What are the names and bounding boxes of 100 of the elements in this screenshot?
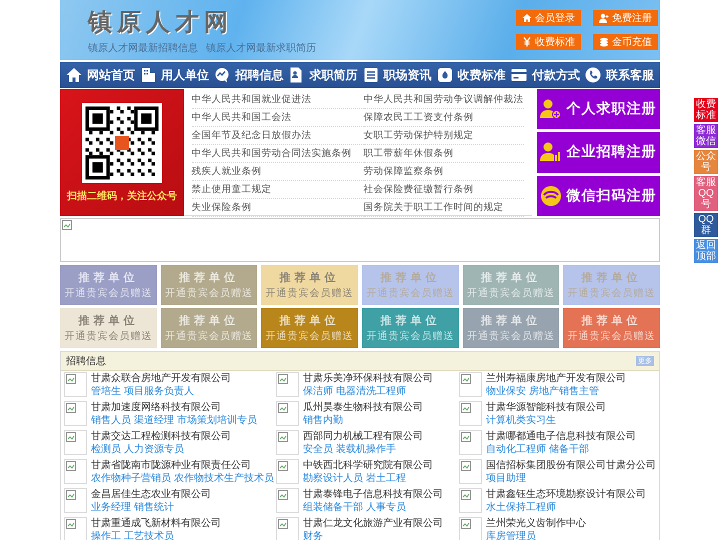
- company-logo-placeholder: [276, 488, 299, 513]
- position-link[interactable]: 岩土工程: [366, 472, 406, 485]
- position-link[interactable]: 组装储备干部: [303, 501, 363, 514]
- position-link[interactable]: 物业保安: [486, 385, 526, 398]
- position-link[interactable]: 计算机类实习生: [486, 414, 556, 427]
- position-link[interactable]: 财务: [303, 530, 323, 540]
- tile-subtitle: 开通贵宾会员赠送: [366, 286, 454, 300]
- promo-tile[interactable]: 推荐单位 开通贵宾会员赠送: [462, 308, 560, 348]
- position-link[interactable]: 检测员: [91, 443, 121, 456]
- position-link[interactable]: 储备干部: [549, 443, 589, 456]
- company-link[interactable]: 甘肃众联合房地产开发有限公司: [91, 372, 231, 385]
- company-link[interactable]: 甘肃交达工程检测科技有限公司: [91, 430, 231, 443]
- position-link[interactable]: 房地产销售主管: [529, 385, 599, 398]
- tile-title: 推荐单位: [178, 270, 239, 285]
- position-link[interactable]: 市场策划培训专员: [177, 414, 257, 427]
- position-link[interactable]: 水土保持工程师: [486, 501, 556, 514]
- user-icon: [599, 13, 609, 23]
- nav-link[interactable]: 用人单位: [140, 66, 210, 84]
- register-button[interactable]: 企业招聘注册: [536, 132, 660, 173]
- position-link[interactable]: 电器清洗工程师: [336, 385, 406, 398]
- position-link[interactable]: 安全员: [303, 443, 333, 456]
- company-logo-placeholder: [276, 401, 299, 426]
- promo-tile[interactable]: 推荐单位 开通贵宾会员赠送: [261, 308, 358, 348]
- position-link[interactable]: 装载机操作手: [336, 443, 396, 456]
- position-link[interactable]: 保洁师: [303, 385, 333, 398]
- position-link[interactable]: 业务经理: [91, 501, 131, 514]
- nav-link[interactable]: 网站首页: [66, 66, 135, 84]
- nav-link[interactable]: 招聘信息: [214, 66, 284, 84]
- position-link[interactable]: 销售人员: [91, 414, 131, 427]
- promo-tile[interactable]: 推荐单位 开通贵宾会员赠送: [563, 308, 660, 348]
- side-float-button[interactable]: 收费标准: [694, 98, 718, 122]
- company-link[interactable]: 兰州寿福康房地产开发有限公司: [486, 372, 626, 385]
- header-button[interactable]: 金币充值: [593, 34, 658, 50]
- promo-tile[interactable]: 推荐单位 开通贵宾会员赠送: [261, 265, 358, 305]
- law-link[interactable]: 女职工劳动保护特别规定: [364, 127, 524, 145]
- law-link[interactable]: 失业保险条例: [192, 199, 364, 217]
- position-link[interactable]: 项目服务负责人: [124, 385, 194, 398]
- company-link[interactable]: 甘肃加速度网络科技有限公司: [91, 401, 257, 414]
- nav-link[interactable]: 联系客服: [584, 66, 654, 84]
- promo-tile[interactable]: 推荐单位 开通贵宾会员赠送: [362, 308, 459, 348]
- law-link[interactable]: 社会保险费征缴暂行条例: [364, 181, 524, 199]
- position-link[interactable]: 农作物技术生产技术员: [174, 472, 274, 485]
- company-link[interactable]: 中铁西北科学研究院有限公司: [303, 459, 433, 472]
- company-link[interactable]: 西部同力机械工程有限公司: [303, 430, 423, 443]
- nav-link[interactable]: 收费标准: [436, 66, 506, 84]
- law-link[interactable]: 全国年节及纪念日放假办法: [192, 127, 364, 145]
- law-link[interactable]: 残疾人就业条例: [192, 163, 364, 181]
- register-button[interactable]: 微信扫码注册: [536, 176, 660, 216]
- position-link[interactable]: 销售内勤: [303, 414, 343, 427]
- company-link[interactable]: 国信招标集团股份有限公司甘肃分公司: [486, 459, 656, 472]
- company-link[interactable]: 甘肃省陇南市陇源种业有限责任公司: [91, 459, 274, 472]
- nav-link[interactable]: 求职简历: [288, 66, 358, 84]
- law-link[interactable]: 禁止使用童工规定: [192, 181, 364, 199]
- position-link[interactable]: 管培生: [91, 385, 121, 398]
- position-link[interactable]: 勘察设计人员: [303, 472, 363, 485]
- law-link[interactable]: 劳动保障监察条例: [364, 163, 524, 181]
- nav-link[interactable]: 付款方式: [510, 66, 580, 84]
- law-link[interactable]: 中华人民共和国劳动合同法实施条例: [192, 145, 364, 163]
- position-link[interactable]: 渠道经理: [134, 414, 174, 427]
- law-link[interactable]: 国务院关于职工工作时间的规定: [364, 199, 524, 217]
- company-link[interactable]: 金昌居佳生态农业有限公司: [91, 488, 211, 501]
- broken-image-icon: [62, 220, 72, 230]
- position-link[interactable]: 人力资源专员: [124, 443, 184, 456]
- position-link[interactable]: 人事专员: [366, 501, 406, 514]
- promo-tile[interactable]: 推荐单位 开通贵宾会员赠送: [60, 308, 157, 348]
- law-link[interactable]: 中华人民共和国就业促进法: [192, 91, 364, 109]
- tile-subtitle: 开通贵宾会员赠送: [64, 286, 152, 300]
- company-link[interactable]: 甘肃泰锋电子信息科技有限公司: [303, 488, 443, 501]
- company-link[interactable]: 兰州荣光义齿制作中心: [486, 517, 586, 530]
- position-link[interactable]: 销售统计: [134, 501, 174, 514]
- side-float-button[interactable]: 客服QQ号: [694, 176, 718, 211]
- header-button[interactable]: 收费标准: [516, 34, 581, 50]
- nav-link[interactable]: 职场资讯: [362, 66, 432, 84]
- law-link[interactable]: 保障农民工工资支付条例: [364, 109, 524, 127]
- register-button[interactable]: 个人求职注册: [536, 89, 660, 130]
- position-link[interactable]: 农作物种子营销员: [91, 472, 171, 485]
- promo-tile[interactable]: 推荐单位 开通贵宾会员赠送: [60, 265, 157, 305]
- company-link[interactable]: 甘肃乐美净环保科技有限公司: [303, 372, 433, 385]
- company-link[interactable]: 甘肃重通成飞新材料有限公司: [91, 517, 221, 530]
- header-button[interactable]: 免费注册: [593, 10, 658, 26]
- side-float-button[interactable]: 客服微信: [694, 124, 718, 148]
- law-link[interactable]: 职工带薪年休假条例: [364, 145, 524, 163]
- building-icon: [140, 67, 156, 83]
- tagline-link[interactable]: 镇原人才网最新招聘信息: [88, 41, 198, 55]
- home-icon: [522, 13, 532, 23]
- company-link[interactable]: 甘肃哪都通电子信息科技有限公司: [486, 430, 636, 443]
- side-float-button[interactable]: 公众号: [694, 150, 718, 174]
- site-title[interactable]: 镇原人才网: [88, 8, 316, 38]
- side-float-button[interactable]: QQ群: [694, 213, 718, 237]
- tagline-link[interactable]: 镇原人才网最新求职简历: [206, 41, 316, 55]
- company-link[interactable]: 甘肃仁龙文化旅游产业有限公司: [303, 517, 443, 530]
- company-link[interactable]: 甘肃鑫钰生态环境勘察设计有限公司: [486, 488, 646, 501]
- position-link[interactable]: 项目助理: [486, 472, 526, 485]
- company-link[interactable]: 甘肃华源智能科技有限公司: [486, 401, 606, 414]
- company-link[interactable]: 瓜州昊泰生物科技有限公司: [303, 401, 423, 414]
- position-link[interactable]: 自动化工程师: [486, 443, 546, 456]
- law-link[interactable]: 中华人民共和国工会法: [192, 109, 364, 127]
- side-float-button[interactable]: 返回顶部: [694, 239, 718, 263]
- header-button[interactable]: 会员登录: [516, 10, 581, 26]
- law-link[interactable]: 中华人民共和国劳动争议调解仲裁法: [364, 91, 524, 109]
